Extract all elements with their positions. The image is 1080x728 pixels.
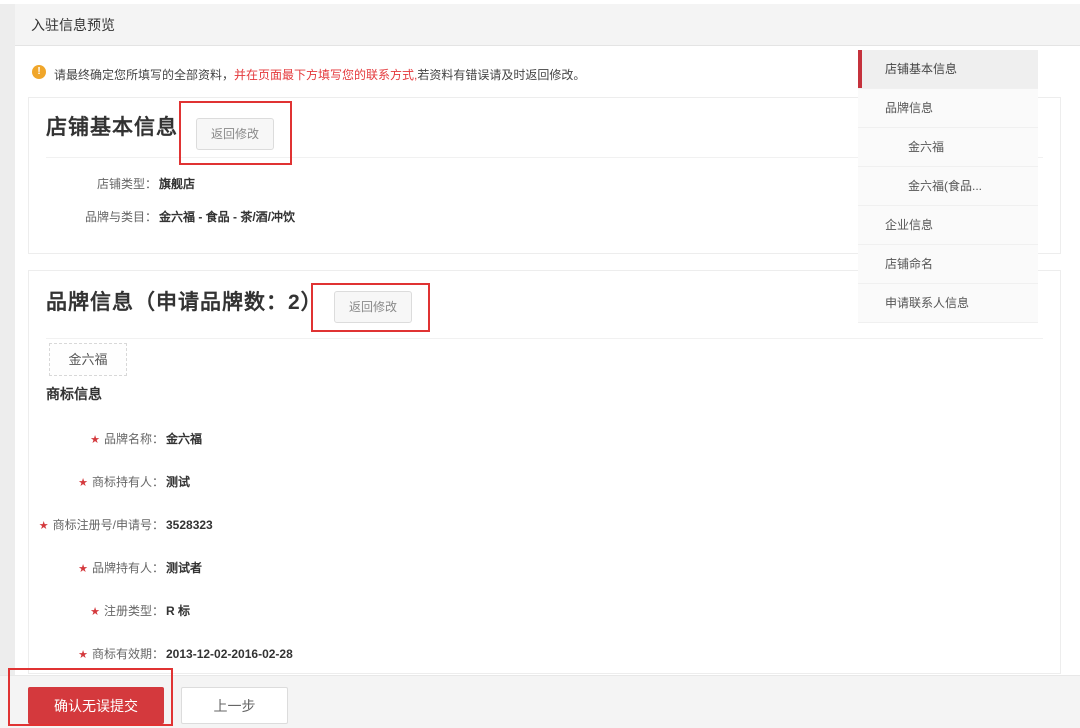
field-label: 品牌与类目：: [29, 209, 157, 225]
field-trademark-validity: ★ 商标有效期： 2013-12-02-2016-02-28: [29, 646, 293, 663]
required-star-icon: ★: [78, 649, 88, 661]
field-value: 金六福 - 食品 - 茶/酒/冲饮: [159, 209, 295, 225]
field-brand-category: 品牌与类目： 金六福 - 食品 - 茶/酒/冲饮: [29, 209, 295, 225]
required-star-icon: ★: [90, 434, 100, 446]
active-indicator-bar: [858, 50, 862, 88]
warning-icon: !: [32, 65, 46, 79]
field-label: 品牌名称：: [104, 432, 164, 446]
required-star-icon: ★: [78, 563, 88, 575]
field-value: 测试者: [166, 560, 202, 576]
required-star-icon: ★: [78, 477, 88, 489]
field-registration-type: ★ 注册类型： R 标: [29, 603, 190, 620]
required-star-icon: ★: [90, 606, 100, 618]
field-label: 品牌持有人：: [92, 561, 164, 575]
field-value: R 标: [166, 603, 190, 619]
sidebar-item-contact-info[interactable]: 申请联系人信息: [858, 284, 1038, 323]
field-value: 金六福: [166, 431, 202, 447]
field-brand-name: ★ 品牌名称： 金六福: [29, 431, 202, 448]
notice-text: 请最终确定您所填写的全部资料，并在页面最下方填写您的联系方式,若资料有错误请及时…: [54, 66, 585, 83]
trademark-info-subtitle: 商标信息: [46, 384, 102, 404]
required-star-icon: ★: [39, 520, 49, 532]
notice-text-suffix: 若资料有错误请及时返回修改。: [417, 68, 585, 82]
field-value: 旗舰店: [159, 176, 195, 192]
field-label: 商标持有人：: [92, 475, 164, 489]
section-brand-title: 品牌信息（申请品牌数：2）: [46, 286, 323, 316]
field-value: 3528323: [166, 517, 213, 533]
field-label: 店铺类型：: [29, 176, 157, 192]
sidebar-item-jinliufu[interactable]: 金六福: [858, 128, 1038, 167]
field-trademark-reg-number: ★ 商标注册号/申请号： 3528323: [29, 517, 213, 534]
page-title: 入驻信息预览: [31, 4, 115, 46]
brand-tab-jinliufu[interactable]: 金六福: [49, 343, 127, 376]
sidebar-item-company-info[interactable]: 企业信息: [858, 206, 1038, 245]
field-label: 商标有效期：: [92, 647, 164, 661]
notice-text-highlight: 并在页面最下方填写您的联系方式,: [234, 68, 417, 82]
field-label: 注册类型：: [104, 604, 164, 618]
field-trademark-holder: ★ 商标持有人： 测试: [29, 474, 190, 491]
field-shop-type: 店铺类型： 旗舰店: [29, 176, 195, 192]
section-shop-title: 店铺基本信息: [46, 111, 178, 141]
notice-text-prefix: 请最终确定您所填写的全部资料，: [54, 68, 234, 82]
sidebar-item-shop-basic-info[interactable]: 店铺基本信息: [858, 50, 1038, 89]
field-value: 测试: [166, 474, 190, 490]
sidebar-item-shop-naming[interactable]: 店铺命名: [858, 245, 1038, 284]
confirm-submit-button[interactable]: 确认无误提交: [28, 687, 164, 724]
page-left-margin: [0, 4, 15, 675]
field-label: 商标注册号/申请号：: [53, 518, 164, 532]
field-brand-holder: ★ 品牌持有人： 测试者: [29, 560, 202, 577]
sidebar-item-brand-info[interactable]: 品牌信息: [858, 89, 1038, 128]
anchor-nav-sidebar: 店铺基本信息 品牌信息 金六福 金六福(食品... 企业信息 店铺命名 申请联系…: [858, 50, 1038, 323]
previous-step-button[interactable]: 上一步: [181, 687, 288, 724]
field-value: 2013-12-02-2016-02-28: [166, 646, 293, 662]
divider: [46, 338, 1043, 339]
sidebar-item-jinliufu-food[interactable]: 金六福(食品...: [858, 167, 1038, 206]
section-brand-info: 品牌信息（申请品牌数：2） 金六福 商标信息 ★ 品牌名称： 金六福 ★ 商标持有人…: [28, 270, 1061, 674]
brand-edit-button[interactable]: 返回修改: [334, 291, 412, 323]
page-header: 入驻信息预览: [15, 4, 1080, 46]
shop-edit-button[interactable]: 返回修改: [196, 118, 274, 150]
